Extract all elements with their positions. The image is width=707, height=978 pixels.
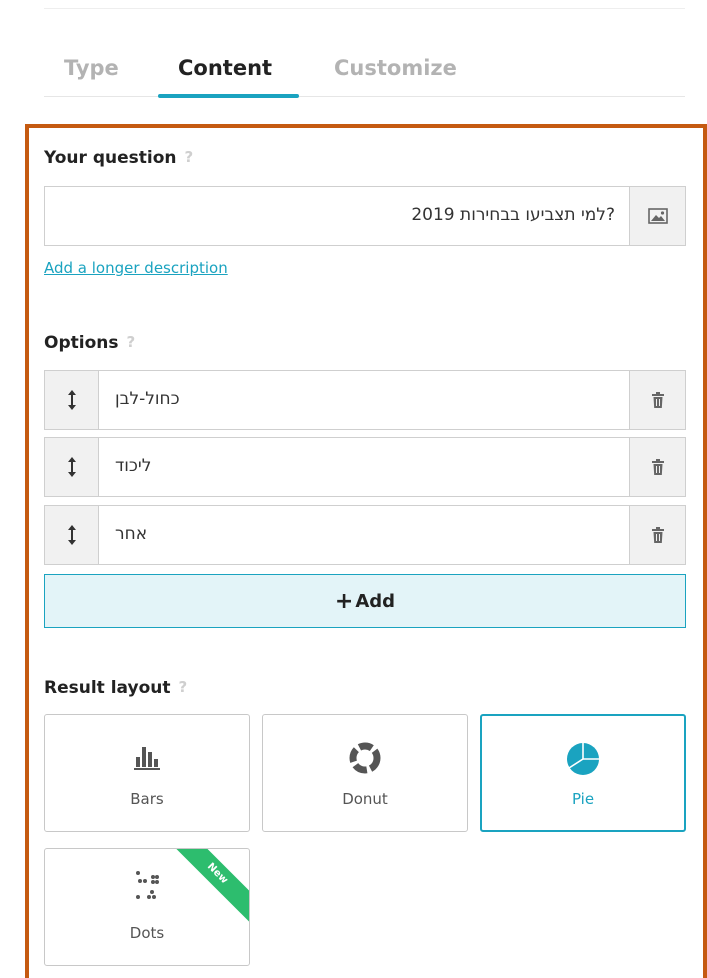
options-label: Options [44,333,119,353]
content-panel: Your question? ?למי תצביעו בבחירות 2019 … [25,124,707,978]
option-input[interactable]: אחר [115,524,147,544]
trash-icon [651,392,664,408]
donut-chart-icon [349,742,381,774]
result-layout-section-title: Result layout? [44,678,187,698]
question-input-box[interactable]: ?למי תצביעו בבחירות 2019 [44,186,686,246]
question-section-title: Your question? [44,148,193,168]
options-help-icon[interactable]: ? [126,333,135,351]
option-row: כחול-לבן [44,370,686,430]
result-layout-label: Result layout [44,678,171,698]
result-layout-help-icon[interactable]: ? [178,678,187,696]
layout-card-pie[interactable]: Pie [480,714,686,832]
layout-card-dots[interactable]: Dots New [44,848,250,966]
tab-type[interactable]: Type [64,56,119,80]
option-row: אחר [44,505,686,565]
add-option-button[interactable]: + Add [44,574,686,628]
question-label: Your question [44,148,177,168]
tab-content[interactable]: Content [178,56,272,80]
pie-chart-icon [567,743,599,775]
drag-handle[interactable] [45,506,99,564]
layout-card-label: Pie [571,790,595,808]
active-tab-indicator [158,94,299,98]
layout-card-label: Donut [342,790,388,808]
question-input[interactable]: ?למי תצביעו בבחירות 2019 [411,205,615,225]
layout-card-label: Bars [130,790,164,808]
vertical-arrows-icon [67,390,76,410]
plus-icon: + [334,588,354,614]
delete-option-button[interactable] [629,506,685,564]
vertical-arrows-icon [67,525,76,545]
add-option-label: Add [355,590,396,612]
image-icon [647,208,668,224]
option-row: ליכוד [44,437,686,497]
layout-card-bars[interactable]: Bars [44,714,250,832]
drag-handle[interactable] [45,371,99,429]
options-section-title: Options? [44,333,135,353]
vertical-arrows-icon [67,457,76,477]
trash-icon [651,459,664,475]
trash-icon [651,527,664,543]
option-input[interactable]: ליכוד [115,456,151,476]
layout-card-label: Dots [129,924,165,942]
add-description-link[interactable]: Add a longer description [44,259,228,277]
question-help-icon[interactable]: ? [185,148,194,166]
drag-handle[interactable] [45,438,99,496]
editor-tabs: Type Content Customize [44,48,685,98]
layout-card-donut[interactable]: Donut [262,714,468,832]
dots-chart-icon [136,871,159,899]
delete-option-button[interactable] [629,371,685,429]
bar-chart-icon [134,747,160,770]
add-image-button[interactable] [629,187,685,245]
top-divider [44,8,685,9]
tab-customize[interactable]: Customize [334,56,457,80]
option-input[interactable]: כחול-לבן [115,389,180,409]
delete-option-button[interactable] [629,438,685,496]
